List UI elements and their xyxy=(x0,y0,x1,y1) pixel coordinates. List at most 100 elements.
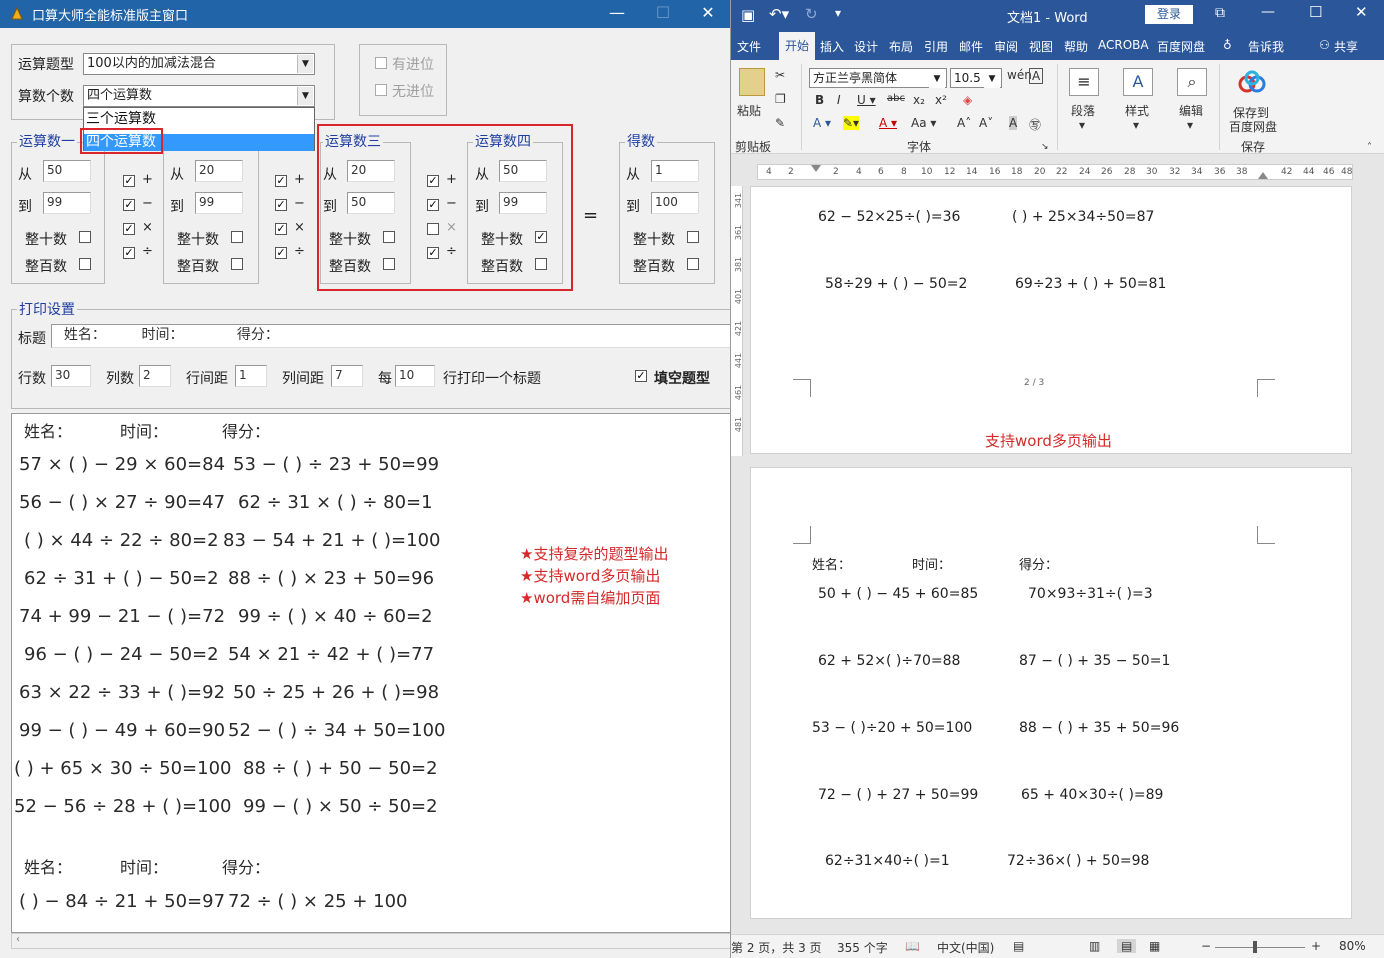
macro-icon[interactable]: ▤ xyxy=(1013,939,1024,953)
redo-icon[interactable]: ↻ xyxy=(805,5,818,23)
zoom-in-button[interactable]: + xyxy=(1311,939,1321,953)
header-input[interactable]: 姓名： 时间： 得分： xyxy=(51,324,730,348)
tab-references[interactable]: 引用 xyxy=(924,38,948,55)
clear-format-icon[interactable]: ◈ xyxy=(963,93,972,107)
proofing-icon[interactable]: 📖 xyxy=(905,939,920,953)
operand1-from-input[interactable]: 50 xyxy=(43,160,91,182)
paragraph-button[interactable]: 段落 xyxy=(1071,102,1095,119)
zoom-slider-thumb[interactable] xyxy=(1253,941,1257,953)
operand2-whole-hundred-checkbox[interactable] xyxy=(231,258,243,270)
font-launcher-icon[interactable]: ↘ xyxy=(1041,142,1049,152)
op2-plus-checkbox[interactable]: ✓ xyxy=(275,175,287,187)
font-name-select[interactable]: 方正兰亭黑简体 ▼ xyxy=(809,68,947,88)
tab-review[interactable]: 审阅 xyxy=(994,38,1018,55)
font-size-select[interactable]: 10.5 ▼ xyxy=(950,68,1002,88)
op1-div-checkbox[interactable]: ✓ xyxy=(123,247,135,259)
search-icon[interactable]: ⌕ xyxy=(1177,68,1207,96)
save-icon[interactable]: ▣ xyxy=(741,6,755,24)
right-indent-marker[interactable] xyxy=(1258,172,1268,179)
enclose-char-icon[interactable]: ㊢ xyxy=(1029,116,1041,133)
print-layout-icon[interactable]: ▤ xyxy=(1117,939,1137,953)
paste-button[interactable]: 粘贴 xyxy=(737,102,761,119)
tell-me-input[interactable]: 告诉我 xyxy=(1248,38,1284,55)
bold-icon[interactable]: B xyxy=(815,93,824,107)
share-button[interactable]: 共享 xyxy=(1334,38,1358,55)
subscript-icon[interactable]: x₂ xyxy=(913,93,925,107)
status-word-count[interactable]: 355 个字 xyxy=(837,939,888,956)
quick-access-icon[interactable]: ▾ xyxy=(835,6,841,20)
save-baidu-label-2[interactable]: 百度网盘 xyxy=(1229,118,1277,135)
op1-minus-checkbox[interactable]: ✓ xyxy=(123,199,135,211)
preview-output[interactable]: 姓名： 时间： 得分： 57 × ( ) − 29 × 60=84 53 − (… xyxy=(11,413,730,933)
highlight-icon[interactable]: ✎▾ xyxy=(843,116,860,130)
format-painter-icon[interactable]: ✎ xyxy=(775,116,785,130)
carry-yes-checkbox[interactable] xyxy=(375,57,387,69)
zoom-slider[interactable] xyxy=(1215,947,1305,948)
chevron-left-icon[interactable]: ‹ xyxy=(16,934,20,945)
baidu-cloud-icon[interactable] xyxy=(1237,70,1267,96)
document-page[interactable]: 姓名： 时间： 得分： 50 + ( ) − 45 + 60=85 70×93÷… xyxy=(750,467,1352,919)
undo-icon[interactable]: ↶▾ xyxy=(769,5,789,23)
tab-design[interactable]: 设计 xyxy=(854,38,878,55)
paste-icon[interactable] xyxy=(739,68,765,96)
carry-no-checkbox[interactable] xyxy=(375,84,387,96)
tab-help[interactable]: 帮助 xyxy=(1064,38,1088,55)
operand1-whole-ten-checkbox[interactable] xyxy=(79,231,91,243)
operand2-from-input[interactable]: 20 xyxy=(195,160,243,182)
text-effect-icon[interactable]: A ▾ xyxy=(813,116,831,130)
close-button[interactable]: ✕ xyxy=(685,0,730,28)
web-layout-icon[interactable]: ▦ xyxy=(1149,939,1160,953)
indent-marker[interactable] xyxy=(811,165,821,172)
result-whole-hundred-checkbox[interactable] xyxy=(687,258,699,270)
paragraph-icon[interactable]: ≡ xyxy=(1069,68,1099,96)
op2-div-checkbox[interactable]: ✓ xyxy=(275,247,287,259)
op1-times-checkbox[interactable]: ✓ xyxy=(123,223,135,235)
rows-input[interactable]: 30 xyxy=(51,365,91,387)
zoom-level[interactable]: 80% xyxy=(1339,939,1366,953)
char-border-icon[interactable]: A xyxy=(1029,68,1044,84)
underline-icon[interactable]: U ▾ xyxy=(857,93,876,107)
tab-layout[interactable]: 布局 xyxy=(889,38,913,55)
tab-file[interactable]: 文件 xyxy=(737,38,761,55)
cut-icon[interactable]: ✂ xyxy=(775,68,785,82)
tab-acrobat[interactable]: ACROBA xyxy=(1098,38,1149,52)
grow-font-icon[interactable]: A˄ xyxy=(957,116,971,130)
result-to-input[interactable]: 100 xyxy=(651,192,699,214)
login-button[interactable]: 登录 xyxy=(1145,5,1193,24)
styles-button[interactable]: 样式 xyxy=(1125,102,1149,119)
op2-minus-checkbox[interactable]: ✓ xyxy=(275,199,287,211)
document-page[interactable]: 62 − 52×25÷( )=36 ( ) + 25×34÷50=87 58÷2… xyxy=(750,186,1352,454)
styles-icon[interactable]: A xyxy=(1123,68,1153,96)
minimize-button[interactable]: — xyxy=(594,0,640,28)
maximize-button[interactable]: ☐ xyxy=(640,0,686,28)
read-mode-icon[interactable]: ▥ xyxy=(1089,939,1100,953)
dropdown-option-three[interactable]: 三个运算数 xyxy=(86,108,156,128)
result-whole-ten-checkbox[interactable] xyxy=(687,231,699,243)
row-gap-input[interactable]: 1 xyxy=(235,365,267,387)
minimize-button[interactable]: — xyxy=(1261,4,1275,20)
tab-baidu[interactable]: 百度网盘 xyxy=(1157,38,1205,55)
status-language[interactable]: 中文(中国) xyxy=(937,939,994,956)
op2-times-checkbox[interactable]: ✓ xyxy=(275,223,287,235)
fill-blank-checkbox[interactable]: ✓ xyxy=(635,370,647,382)
strikethrough-icon[interactable]: abc xyxy=(887,93,905,104)
operand1-whole-hundred-checkbox[interactable] xyxy=(79,258,91,270)
zoom-out-button[interactable]: − xyxy=(1201,939,1211,953)
operand1-to-input[interactable]: 99 xyxy=(43,192,91,214)
col-gap-input[interactable]: 7 xyxy=(331,365,363,387)
cols-input[interactable]: 2 xyxy=(139,365,171,387)
superscript-icon[interactable]: x² xyxy=(935,93,947,107)
font-color-icon[interactable]: A ▾ xyxy=(879,116,897,130)
result-from-input[interactable]: 1 xyxy=(651,160,699,182)
maximize-button[interactable]: ☐ xyxy=(1309,3,1322,21)
count-select[interactable]: 四个运算数 ▼ xyxy=(83,85,315,107)
every-input[interactable]: 10 xyxy=(395,365,435,387)
operand2-to-input[interactable]: 99 xyxy=(195,192,243,214)
char-shading-icon[interactable]: A xyxy=(1009,116,1018,130)
tab-insert[interactable]: 插入 xyxy=(820,38,844,55)
close-button[interactable]: ✕ xyxy=(1355,3,1368,21)
change-case-icon[interactable]: Aa ▾ xyxy=(911,116,936,130)
tab-home[interactable]: 开始 xyxy=(779,32,815,60)
op1-plus-checkbox[interactable]: ✓ xyxy=(123,175,135,187)
copy-icon[interactable]: ❐ xyxy=(775,92,786,106)
